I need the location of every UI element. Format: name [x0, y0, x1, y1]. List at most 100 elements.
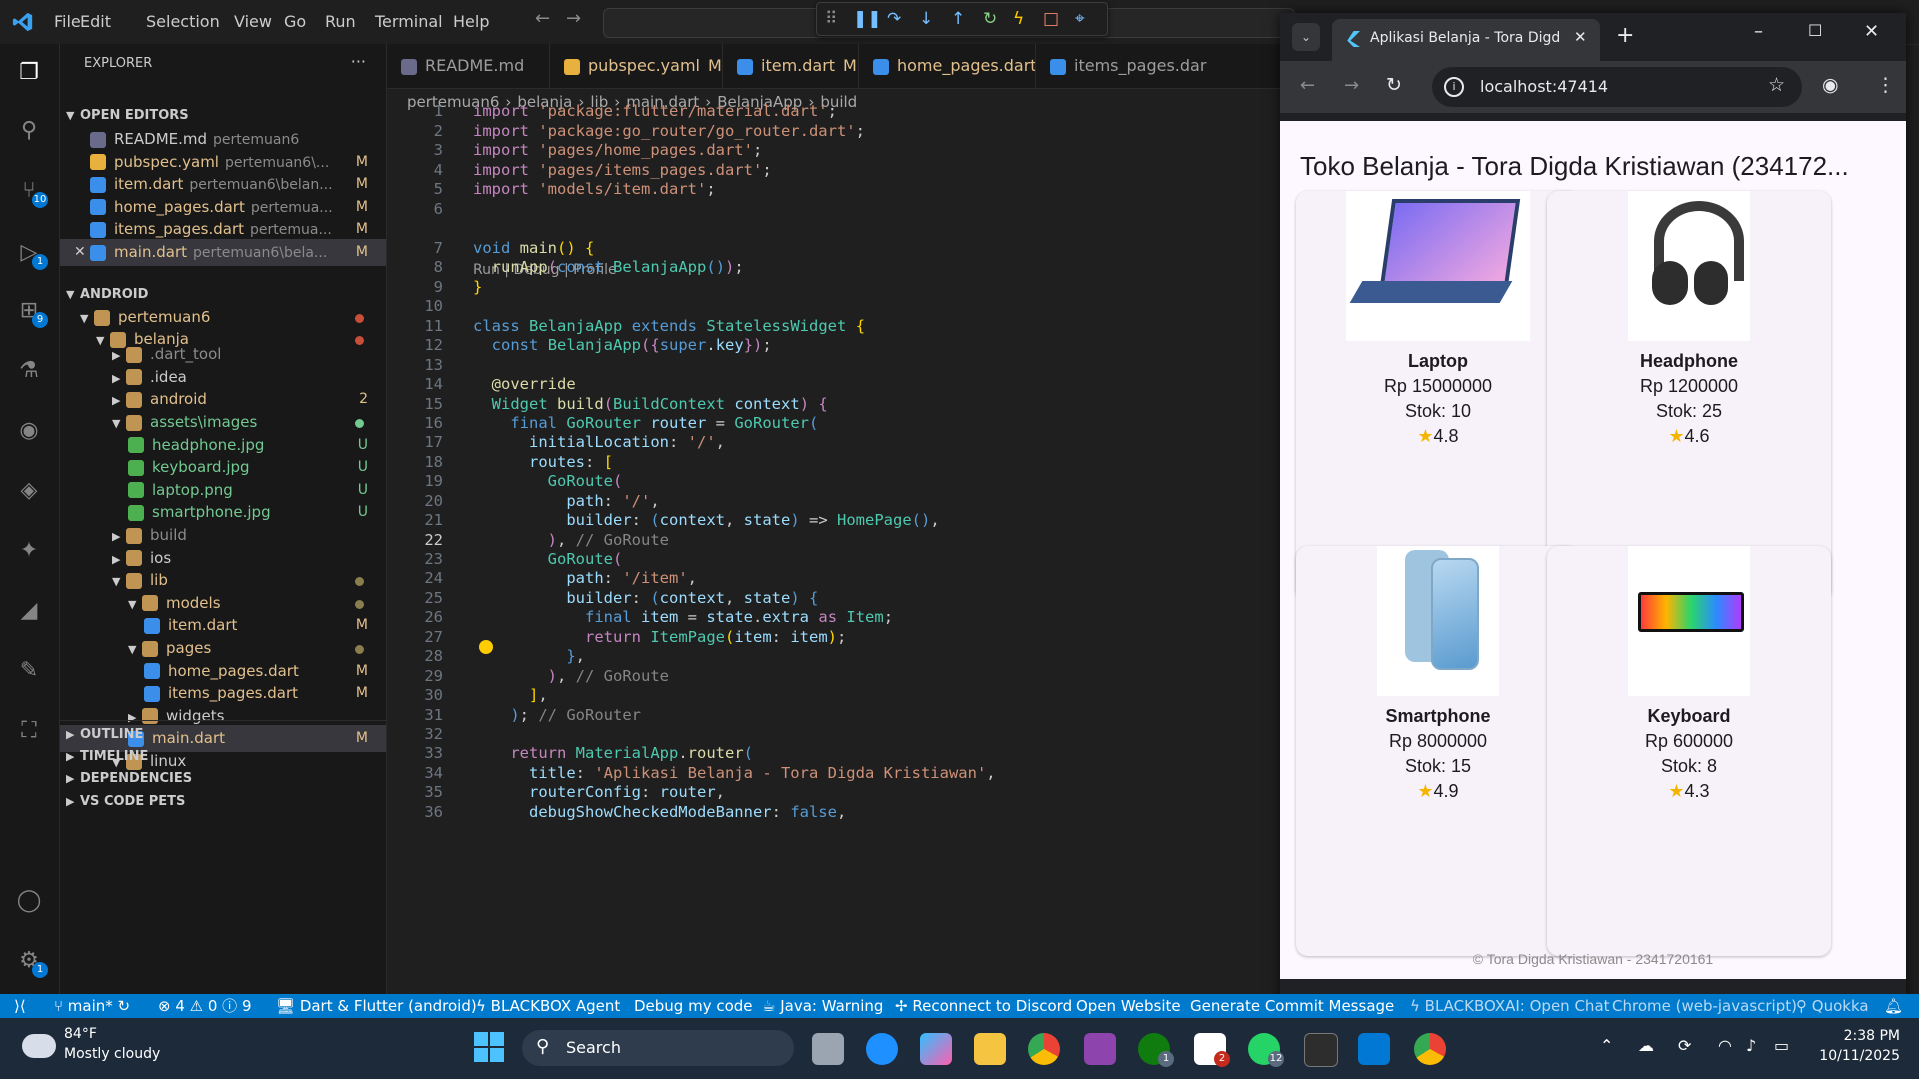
browser-tab[interactable]: Aplikasi Belanja - Tora Digda Kri ✕: [1332, 19, 1600, 61]
edit-icon[interactable]: ✎: [14, 656, 44, 686]
menu-selection[interactable]: Selection: [146, 12, 220, 31]
flutter-icon[interactable]: ◢: [14, 596, 44, 626]
close-tab-icon[interactable]: ✕: [1574, 28, 1587, 46]
start-windows-icon[interactable]: [474, 1032, 504, 1062]
code-line[interactable]: return MaterialApp.router(: [473, 744, 753, 762]
code-line[interactable]: const BelanjaApp({super.key});: [473, 336, 772, 354]
github-icon[interactable]: ◉: [14, 416, 44, 446]
minimize-icon[interactable]: –: [1754, 21, 1763, 42]
status-item[interactable]: ⚲ Quokka: [1796, 994, 1869, 1018]
code-line[interactable]: Widget build(BuildContext context) {: [473, 395, 828, 413]
weather-temp[interactable]: 84°F: [64, 1026, 97, 1042]
stop-icon[interactable]: □: [1043, 9, 1059, 29]
code-editor[interactable]: Run | Debug | Profile 1 import 'package:f…: [387, 102, 1281, 994]
menu-go[interactable]: Go: [284, 12, 306, 31]
code-line[interactable]: builder: (context, state) {: [473, 589, 818, 607]
menu-terminal[interactable]: Terminal: [375, 12, 443, 31]
menu-run[interactable]: Run: [325, 12, 356, 31]
drag-handle-icon[interactable]: ⠿: [825, 9, 837, 29]
problems-indicator[interactable]: ⊗ 4 ⚠ 0 ⓘ 9: [158, 994, 252, 1018]
battery-icon[interactable]: ▭: [1774, 1036, 1789, 1055]
code-line[interactable]: @override: [473, 375, 576, 393]
open-editor-item[interactable]: ✕ main.dart pertemuan6\bela... M: [60, 239, 386, 266]
product-card[interactable]: Smartphone Rp 8000000 Stok: 15 ★4.9: [1296, 546, 1580, 956]
status-item[interactable]: Debug my code: [634, 994, 753, 1018]
status-item[interactable]: Chrome (web-javascript): [1612, 994, 1797, 1018]
extensions-icon[interactable]: ⊞ 9: [14, 296, 48, 328]
code-line[interactable]: initialLocation: '/',: [473, 433, 725, 451]
code-line[interactable]: ), // GoRoute: [473, 667, 669, 685]
editor-tab[interactable]: item.dart M: [723, 44, 859, 88]
instagram-icon[interactable]: [1084, 1033, 1116, 1065]
weather-desc[interactable]: Mostly cloudy: [64, 1046, 160, 1062]
chrome-menu-icon[interactable]: ⋮: [1876, 74, 1895, 96]
menu-help[interactable]: Help: [453, 12, 489, 31]
status-item[interactable]: ✢ Reconnect to Discord: [895, 994, 1072, 1018]
step-into-icon[interactable]: ↓: [919, 9, 933, 29]
clock-time[interactable]: 2:38 PM: [1810, 1028, 1900, 1044]
code-line[interactable]: void main() {: [473, 239, 594, 257]
edge-icon[interactable]: [866, 1033, 898, 1065]
source-control-icon[interactable]: ⑂ 10: [14, 176, 48, 208]
code-line[interactable]: path: '/item',: [473, 569, 697, 587]
new-tab-icon[interactable]: +: [1616, 23, 1634, 48]
git-branch[interactable]: ⑂ main* ↻: [54, 994, 130, 1018]
editor-tab[interactable]: pubspec.yaml M: [550, 44, 723, 88]
bookmark-star-icon[interactable]: ☆: [1768, 74, 1785, 96]
editor-tab[interactable]: home_pages.dartM: [859, 44, 1036, 88]
more-actions-icon[interactable]: ···: [351, 52, 366, 71]
code-line[interactable]: builder: (context, state) => HomePage(),: [473, 511, 939, 529]
code-line[interactable]: import 'pages/items_pages.dart';: [473, 161, 772, 179]
restart-icon[interactable]: ↻: [983, 9, 997, 29]
explorer-icon[interactable]: ❐: [14, 58, 44, 88]
browser-back-icon[interactable]: ←: [1300, 75, 1315, 96]
code-line[interactable]: path: '/',: [473, 492, 659, 510]
python-icon[interactable]: ◈: [14, 476, 44, 506]
terminal-icon[interactable]: [1304, 1033, 1338, 1067]
menu-file[interactable]: File: [54, 12, 81, 31]
code-line[interactable]: ), // GoRoute: [473, 531, 669, 549]
weather-cloud-icon[interactable]: [22, 1034, 56, 1058]
back-arrow-icon[interactable]: ←: [535, 8, 550, 29]
code-line[interactable]: runApp(const BelanjaApp());: [473, 258, 744, 276]
status-item[interactable]: ϟ BLACKBOXAI: Open Chat: [1410, 994, 1610, 1018]
code-line[interactable]: GoRoute(: [473, 550, 623, 568]
pause-icon[interactable]: ❚❚: [853, 9, 882, 29]
search-icon[interactable]: ⚲: [14, 116, 44, 146]
code-line[interactable]: import 'models/item.dart';: [473, 180, 716, 198]
copilot-app-icon[interactable]: [920, 1033, 952, 1065]
status-item[interactable]: 🖥︎ Dart & Flutter (android): [276, 994, 477, 1018]
code-line[interactable]: class BelanjaApp extends StatelessWidget…: [473, 317, 865, 335]
hot-reload-icon[interactable]: ϟ: [1013, 9, 1024, 29]
close-window-icon[interactable]: ✕: [1864, 21, 1879, 42]
product-card[interactable]: Laptop Rp 15000000 Stok: 10 ★4.8: [1296, 191, 1580, 601]
inspect-widget-icon[interactable]: ⌖: [1075, 9, 1085, 29]
xbox-icon[interactable]: 1: [1138, 1033, 1174, 1067]
browser-forward-icon[interactable]: →: [1344, 75, 1359, 96]
profile-icon[interactable]: ◉: [1822, 74, 1839, 96]
status-item[interactable]: ☕︎ Java: Warning: [762, 994, 883, 1018]
notion-icon[interactable]: 2: [1194, 1033, 1230, 1067]
code-line[interactable]: ],: [473, 686, 548, 704]
reload-icon[interactable]: ↻: [1386, 74, 1402, 96]
settings-gear-icon[interactable]: ⚙ 1: [14, 946, 48, 978]
wifi-icon[interactable]: ◠: [1718, 1036, 1732, 1055]
editor-tab[interactable]: items_pages.dar: [1036, 44, 1281, 88]
step-out-icon[interactable]: ↑: [951, 9, 965, 29]
remote-explorer-icon[interactable]: ⛶: [14, 716, 44, 746]
volume-icon[interactable]: ♪: [1746, 1036, 1756, 1055]
code-line[interactable]: title: 'Aplikasi Belanja - Tora Digda Kr…: [473, 764, 996, 782]
menu-edit[interactable]: Edit: [80, 12, 111, 31]
close-editor-icon[interactable]: ✕: [74, 239, 86, 266]
code-line[interactable]: final item = state.extra as Item;: [473, 608, 893, 626]
menu-view[interactable]: View: [234, 12, 272, 31]
task-view-icon[interactable]: [812, 1033, 844, 1065]
notifications-bell-icon[interactable]: 🔔︎: [1884, 994, 1903, 1018]
code-line[interactable]: final GoRouter router = GoRouter(: [473, 414, 818, 432]
vscode-taskbar-icon[interactable]: [1358, 1033, 1390, 1065]
onedrive-icon[interactable]: ☁: [1638, 1036, 1654, 1055]
testing-icon[interactable]: ⚗: [14, 356, 44, 386]
forward-arrow-icon[interactable]: →: [566, 8, 581, 29]
code-line[interactable]: import 'package:flutter/material.dart';: [473, 102, 837, 120]
file-explorer-icon[interactable]: [974, 1033, 1006, 1065]
